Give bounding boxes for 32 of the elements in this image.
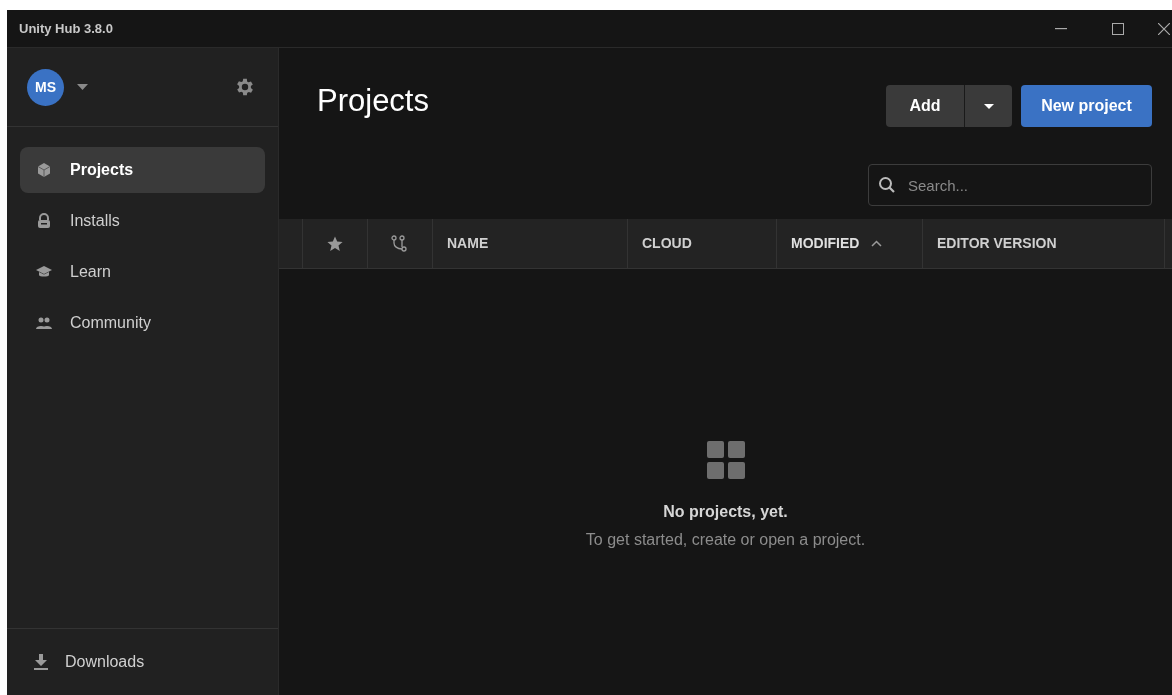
- window-title: Unity Hub 3.8.0: [19, 19, 113, 38]
- minimize-icon[interactable]: [1055, 27, 1067, 30]
- column-header[interactable]: EDITOR VERSION: [937, 233, 1057, 254]
- branch-icon[interactable]: [391, 234, 409, 253]
- page-title: Projects: [317, 83, 429, 119]
- caret-icon[interactable]: [77, 84, 88, 90]
- sidebar-item[interactable]: Community: [20, 300, 265, 346]
- column-header[interactable]: CLOUD: [642, 233, 692, 254]
- people-icon: [36, 315, 52, 331]
- search-icon: [878, 176, 896, 194]
- empty-state-title: No projects, yet.: [663, 502, 788, 522]
- sort-ascending-icon[interactable]: [871, 240, 883, 247]
- sidebar-item[interactable]: Projects: [20, 147, 265, 193]
- sidebar-item[interactable]: Learn: [20, 249, 265, 295]
- cube-icon: [36, 162, 52, 178]
- grid-icon: [706, 441, 745, 479]
- search-field[interactable]: Search...: [868, 164, 1152, 206]
- new-project-button[interactable]: New project: [1021, 85, 1152, 127]
- maximize-icon[interactable]: [1112, 22, 1124, 35]
- empty-state-message: To get started, create or open a project.: [585, 530, 866, 550]
- download-icon: [34, 654, 48, 670]
- add-button[interactable]: Add: [886, 85, 964, 127]
- close-icon[interactable]: [1158, 22, 1170, 35]
- settings-icon[interactable]: [234, 76, 256, 98]
- account-avatar[interactable]: MS: [27, 68, 64, 106]
- column-header[interactable]: NAME: [447, 233, 489, 254]
- star-icon[interactable]: [327, 235, 343, 252]
- downloads-button[interactable]: Downloads: [20, 642, 145, 682]
- column-header[interactable]: MODIFIED: [791, 233, 860, 254]
- sidebar-item[interactable]: Installs: [20, 198, 265, 244]
- caret-icon: [983, 103, 994, 109]
- lock-icon: [36, 213, 52, 229]
